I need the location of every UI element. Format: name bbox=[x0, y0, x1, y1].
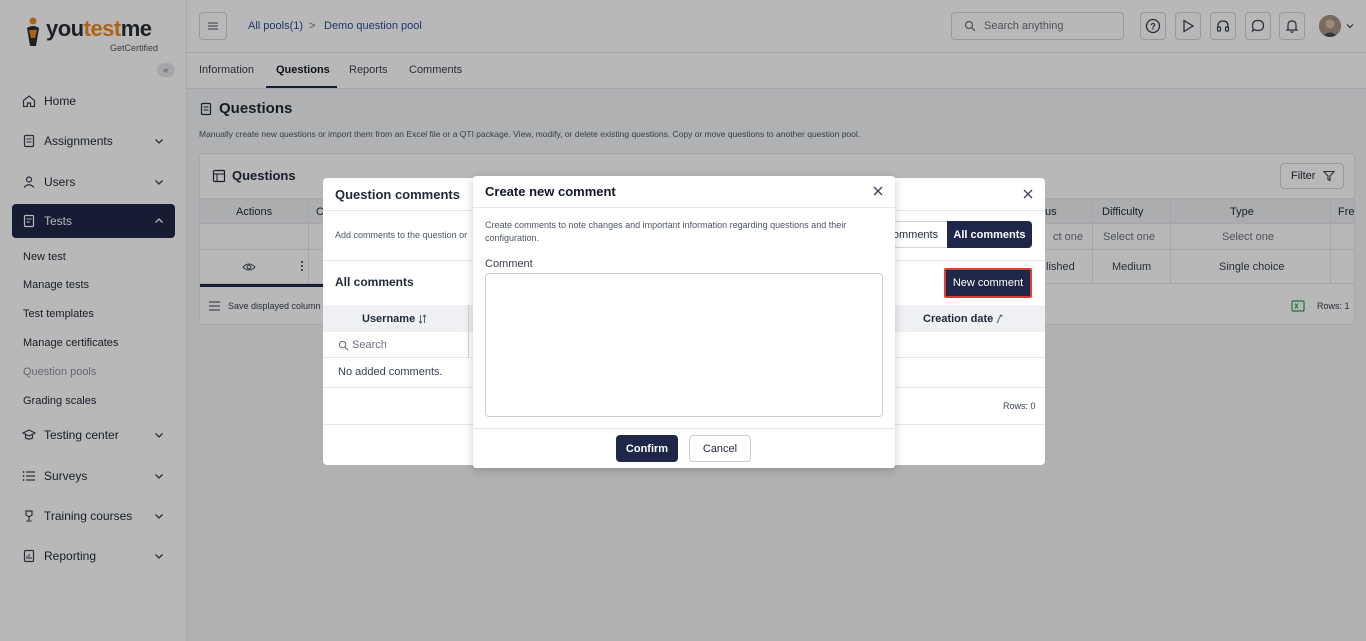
new-comment-button[interactable]: New comment bbox=[944, 268, 1032, 298]
confirm-button[interactable]: Confirm bbox=[616, 435, 678, 462]
empty-state-text: No added comments. bbox=[338, 366, 443, 378]
sort-icon[interactable] bbox=[418, 314, 427, 324]
divider bbox=[473, 428, 895, 429]
dialog-title: Create new comment bbox=[485, 184, 616, 199]
username-search-input[interactable]: Search bbox=[352, 339, 387, 351]
all-comments-toggle[interactable]: All comments bbox=[947, 221, 1032, 248]
sort-ascending-icon[interactable] bbox=[995, 314, 1004, 324]
column-header-creation-date[interactable]: Creation date bbox=[923, 313, 993, 325]
search-icon bbox=[338, 340, 349, 351]
dialog-description: Create comments to note changes and impo… bbox=[485, 220, 847, 243]
rows-count: Rows: 0 bbox=[1003, 401, 1036, 411]
column-divider bbox=[468, 305, 469, 358]
dialog-title: Question comments bbox=[335, 187, 460, 202]
close-icon[interactable] bbox=[1021, 187, 1035, 201]
create-comment-dialog: Create new comment Create comments to no… bbox=[473, 176, 895, 468]
section-title: All comments bbox=[335, 275, 414, 289]
comment-textarea[interactable] bbox=[485, 273, 883, 417]
cancel-button[interactable]: Cancel bbox=[689, 435, 751, 462]
dialog-description: Add comments to the question or bbox=[335, 230, 468, 240]
close-icon[interactable] bbox=[871, 184, 885, 198]
divider bbox=[473, 207, 895, 208]
comment-label: Comment bbox=[485, 258, 533, 270]
column-header-username[interactable]: Username bbox=[362, 313, 415, 325]
